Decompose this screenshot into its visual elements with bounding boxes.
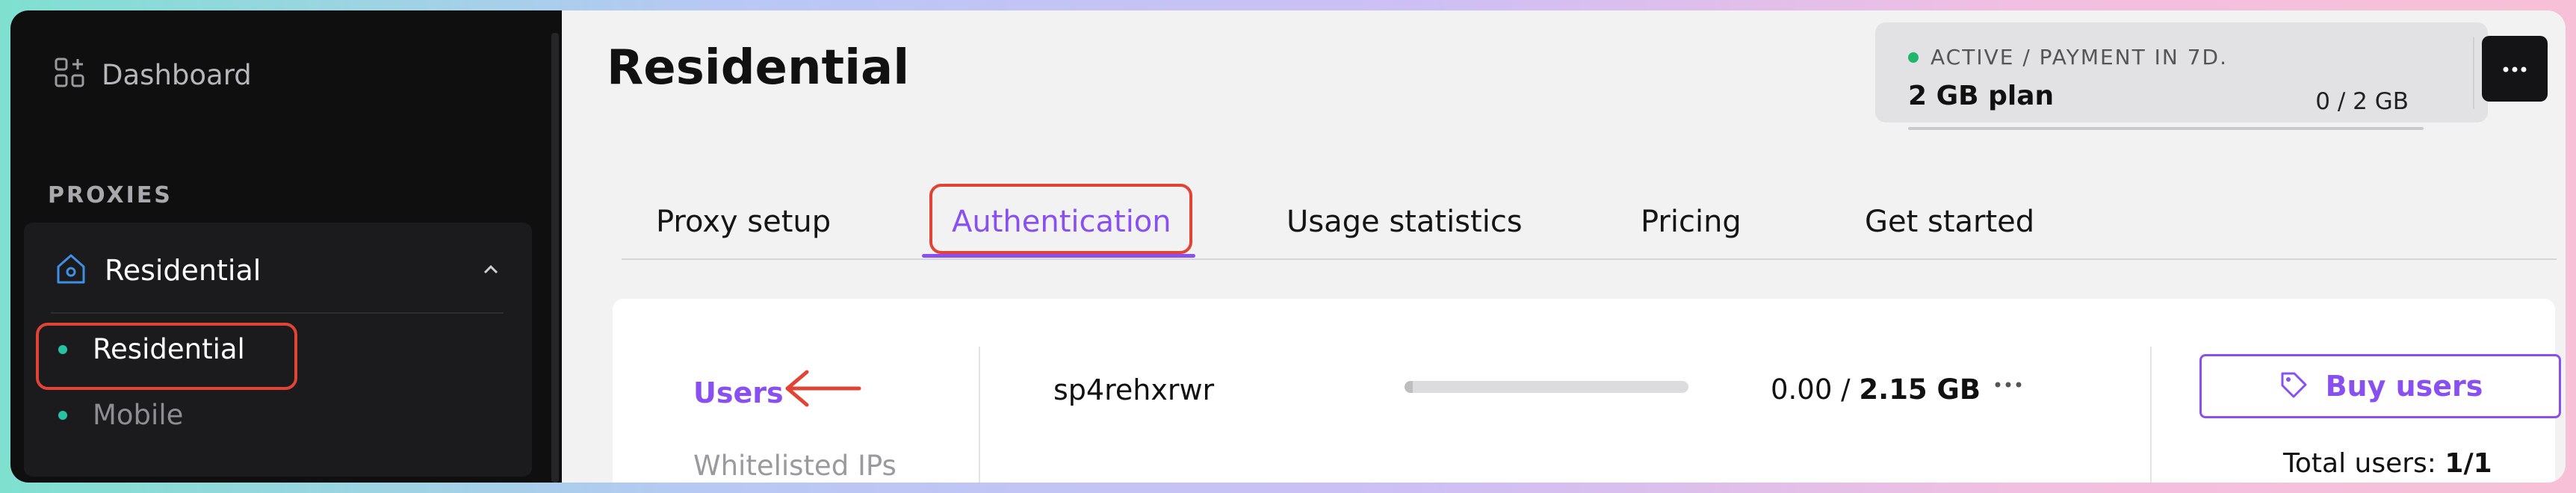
plan-status-text: ACTIVE / PAYMENT IN 7D.: [1931, 45, 2229, 69]
more-options-button[interactable]: [2482, 36, 2548, 102]
user-usage-text: 0.00 / 2.15 GB: [1771, 373, 1981, 406]
section-label-proxies: PROXIES: [48, 182, 173, 208]
scrollbar[interactable]: [551, 33, 559, 483]
tab-proxy-setup[interactable]: Proxy setup: [656, 205, 831, 239]
usage-limit: 2.15 GB: [1859, 373, 1981, 406]
user-usage-bar: [1405, 381, 1688, 393]
highlight-box: [929, 184, 1192, 254]
divider: [622, 258, 2557, 260]
sidebar-item-dashboard[interactable]: Dashboard: [54, 57, 252, 93]
highlight-box: [36, 323, 297, 390]
sidebar-item-mobile[interactable]: Mobile: [58, 399, 183, 431]
sidebar: Dashboard PROXIES Residential Residentia…: [10, 10, 562, 483]
nav-users[interactable]: Users: [693, 376, 784, 409]
total-users-value: 1/1: [2445, 448, 2492, 479]
home-icon: [54, 252, 88, 289]
tab-active-indicator: [922, 254, 1195, 258]
sidebar-item-label: Mobile: [93, 399, 184, 431]
bullet-icon: [58, 410, 67, 420]
status-dot-icon: [1908, 52, 1919, 63]
divider: [2150, 347, 2152, 483]
plan-status: ACTIVE / PAYMENT IN 7D.: [1908, 45, 2228, 69]
buy-users-button[interactable]: Buy users: [2199, 354, 2561, 418]
total-users-label: Total users:: [2283, 448, 2436, 479]
nav-whitelisted-ips[interactable]: Whitelisted IPs: [693, 450, 897, 482]
plan-card[interactable]: ACTIVE / PAYMENT IN 7D. 2 GB plan 0 / 2 …: [1875, 22, 2488, 130]
total-users: Total users: 1/1: [2283, 448, 2492, 479]
divider: [2473, 37, 2474, 109]
plan-name: 2 GB plan: [1908, 81, 2055, 111]
divider: [979, 347, 980, 483]
app-window: Dashboard PROXIES Residential Residentia…: [10, 10, 2566, 483]
dashboard-icon: [54, 57, 87, 93]
more-horizontal-icon[interactable]: [1993, 378, 2023, 392]
plan-usage-bar: [1908, 127, 2424, 130]
user-usage-fill: [1405, 381, 1414, 393]
sidebar-group-header[interactable]: Residential: [54, 249, 502, 291]
more-horizontal-icon: [2501, 62, 2528, 76]
tab-usage-statistics[interactable]: Usage statistics: [1287, 205, 1523, 239]
authentication-panel: Users Whitelisted IPs sp4rehxrwr 0.00 / …: [613, 299, 2561, 483]
user-name: sp4rehxrwr: [1053, 373, 1215, 406]
chevron-up-icon[interactable]: [480, 258, 502, 284]
plan-usage: 0 / 2 GB: [2315, 88, 2409, 115]
page-title: Residential: [607, 40, 910, 96]
tab-bar: Proxy setup Authentication Usage statist…: [622, 173, 2557, 261]
divider: [51, 312, 504, 314]
tag-icon: [2278, 369, 2309, 403]
tab-get-started[interactable]: Get started: [1865, 205, 2034, 239]
sidebar-item-label: Dashboard: [102, 58, 252, 91]
buy-users-label: Buy users: [2325, 370, 2483, 403]
sidebar-group-label: Residential: [105, 254, 261, 287]
main-content: Residential ACTIVE / PAYMENT IN 7D. 2 GB…: [562, 10, 2566, 483]
arrow-left-icon: [781, 366, 864, 414]
usage-used: 0.00 /: [1771, 373, 1851, 406]
tab-pricing[interactable]: Pricing: [1641, 205, 1741, 239]
